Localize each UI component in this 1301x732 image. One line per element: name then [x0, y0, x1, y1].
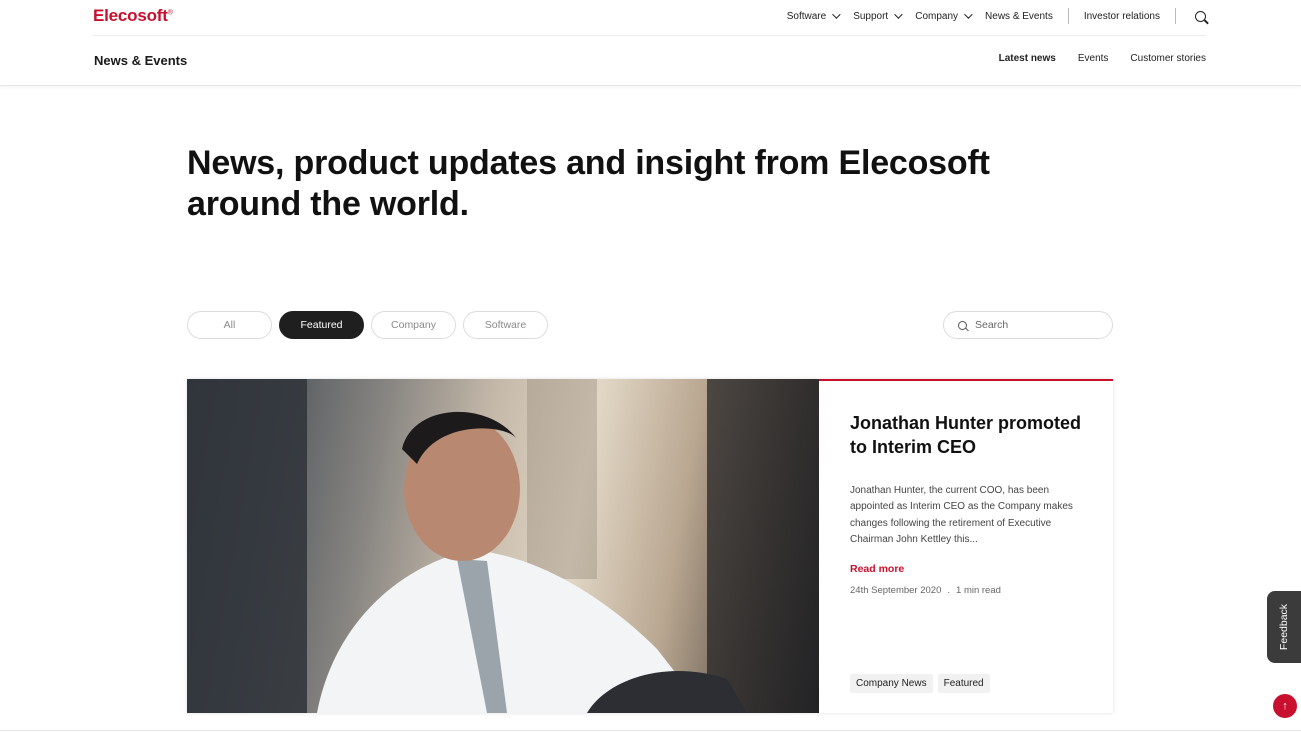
article-date: 24th September 2020 — [850, 584, 942, 596]
article-photo-illustration — [187, 379, 819, 713]
arrow-up-icon: ↑ — [1282, 699, 1288, 712]
subnav-latest-news[interactable]: Latest news — [999, 53, 1056, 64]
nav-support[interactable]: Support — [853, 10, 903, 22]
feedback-tab[interactable]: Feedback — [1267, 591, 1301, 663]
nav-company[interactable]: Company — [915, 10, 973, 22]
back-to-top-button[interactable]: ↑ — [1273, 694, 1297, 718]
section-title: News & Events — [94, 53, 188, 68]
site-header: Elecosoft® Software Support Company News… — [0, 0, 1301, 86]
subnav-events[interactable]: Events — [1078, 53, 1109, 64]
tag-company-news[interactable]: Company News — [850, 674, 933, 693]
meta-separator: . — [947, 584, 951, 596]
main-nav: Software Support Company News & Events I… — [772, 0, 1206, 32]
article-tags: Company News Featured — [850, 674, 995, 693]
filter-pills: All Featured Company Software — [187, 311, 555, 339]
article-photo[interactable] — [187, 379, 819, 713]
chevron-down-icon — [832, 10, 841, 19]
filter-featured[interactable]: Featured — [279, 311, 364, 339]
article-title[interactable]: Jonathan Hunter promoted to Interim CEO — [850, 411, 1081, 459]
nav-software[interactable]: Software — [787, 10, 841, 22]
tag-featured[interactable]: Featured — [937, 674, 990, 693]
article-content: Jonathan Hunter promoted to Interim CEO … — [819, 379, 1113, 713]
subnav-customer-stories[interactable]: Customer stories — [1130, 53, 1206, 64]
filter-all[interactable]: All — [187, 311, 272, 339]
chevron-down-icon — [964, 10, 973, 19]
article-excerpt: Jonathan Hunter, the current COO, has be… — [850, 485, 1073, 546]
search-icon — [958, 320, 967, 330]
search-input[interactable] — [975, 319, 1095, 331]
header-divider — [93, 35, 1206, 36]
search-field[interactable] — [943, 311, 1113, 339]
page-bottom-divider — [0, 730, 1301, 731]
nav-investor-relations[interactable]: Investor relations — [1084, 11, 1160, 22]
filter-software[interactable]: Software — [463, 311, 548, 339]
nav-divider — [1175, 8, 1176, 24]
read-more-link[interactable]: Read more — [850, 563, 904, 575]
feedback-label: Feedback — [1278, 603, 1290, 651]
nav-news-events[interactable]: News & Events — [985, 11, 1053, 22]
filter-company[interactable]: Company — [371, 311, 456, 339]
article-read-time: 1 min read — [956, 584, 1001, 596]
search-icon[interactable] — [1195, 10, 1206, 22]
page-heading: News, product updates and insight from E… — [187, 144, 990, 223]
article-meta: 24th September 2020 . 1 min read — [850, 585, 1081, 596]
chevron-down-icon — [894, 10, 903, 19]
elecosoft-logo[interactable]: Elecosoft® — [93, 6, 173, 26]
section-subnav: Latest news Events Customer stories — [977, 53, 1206, 64]
featured-article-card[interactable]: Jonathan Hunter promoted to Interim CEO … — [187, 379, 1113, 713]
nav-divider — [1067, 8, 1069, 24]
